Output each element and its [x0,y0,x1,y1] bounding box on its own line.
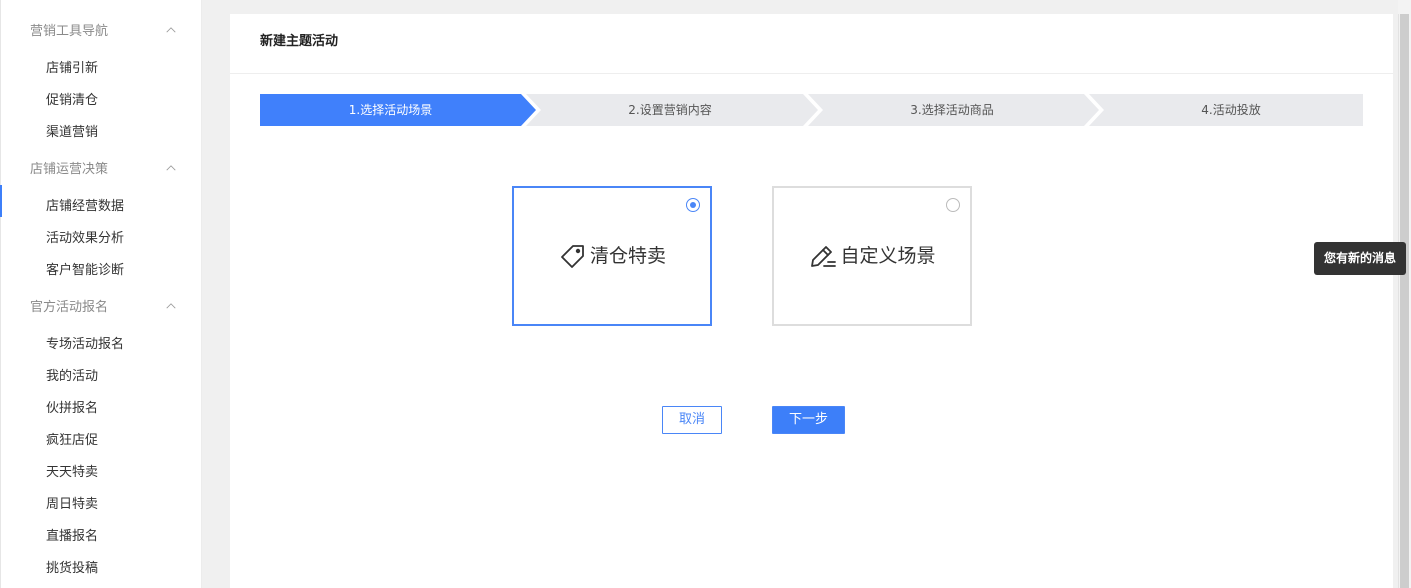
sidebar-item-sunday-deal[interactable]: 周日特卖 [46,495,98,515]
step-3-label: 3.选择活动商品 [910,103,994,117]
main-panel: 新建主题活动 1.选择活动场景 2.设置营销内容 3.选择活动商品 4.活动投放… [230,14,1393,588]
sidebar-item-store-data[interactable]: 店铺经营数据 [46,197,124,217]
sidebar-active-indicator [0,185,2,217]
scroll-track-edge [1398,14,1399,588]
sidebar-edge [0,0,1,588]
sidebar-group-store-ops[interactable]: 店铺运营决策 [30,159,190,181]
sidebar-group-label: 店铺运营决策 [30,162,109,177]
step-2-label: 2.设置营销内容 [628,103,712,117]
chevron-up-icon[interactable] [166,25,176,35]
sidebar-item-customer-diagnosis[interactable]: 客户智能诊断 [46,261,124,281]
scenario-card-custom[interactable]: 自定义场景 [772,186,972,326]
sidebar-group-label: 官方活动报名 [30,300,109,315]
step-4-label: 4.活动投放 [1201,103,1261,117]
scrollbar[interactable] [1400,14,1409,588]
scenario-card-clearance[interactable]: 清仓特卖 [512,186,712,326]
sidebar-item-livestream[interactable]: 直播报名 [46,527,98,547]
sidebar-item-clearance[interactable]: 促销清仓 [46,91,98,111]
edit-pen-icon [811,246,837,267]
step-progress: 1.选择活动场景 2.设置营销内容 3.选择活动商品 4.活动投放 [260,94,1363,126]
radio-unselected[interactable] [946,198,960,212]
sidebar-item-special-event[interactable]: 专场活动报名 [46,335,124,355]
sidebar-item-my-events[interactable]: 我的活动 [46,367,98,387]
sidebar-item-product-submit[interactable]: 挑货投稿 [46,559,98,579]
sidebar-item-channel-marketing[interactable]: 渠道营销 [46,123,98,143]
sidebar: 营销工具导航 店铺引新 促销清仓 渠道营销 店铺运营决策 店铺经营数据 活动效果… [0,0,202,588]
radio-selected[interactable] [686,198,700,212]
chevron-up-icon[interactable] [166,301,176,311]
cancel-button[interactable]: 取消 [662,406,722,434]
divider [230,73,1393,74]
page-title: 新建主题活动 [260,34,339,49]
scenario-label: 清仓特卖 [589,245,666,267]
sidebar-item-group-buy[interactable]: 伙拼报名 [46,399,98,419]
step-1-label: 1.选择活动场景 [348,103,433,117]
scenario-label: 自定义场景 [840,245,936,267]
sidebar-group-marketing-tools[interactable]: 营销工具导航 [30,21,190,43]
chevron-up-icon[interactable] [166,163,176,173]
next-step-button[interactable]: 下一步 [772,406,845,434]
sidebar-item-daily-deal[interactable]: 天天特卖 [46,463,98,483]
sidebar-group-label: 营销工具导航 [30,24,109,39]
sidebar-item-crazy-promo[interactable]: 疯狂店促 [46,431,98,451]
sidebar-item-store-new[interactable]: 店铺引新 [46,59,98,79]
sidebar-item-campaign-analysis[interactable]: 活动效果分析 [46,229,124,249]
price-tag-icon [561,245,584,268]
sidebar-group-official-events[interactable]: 官方活动报名 [30,297,190,319]
new-message-toast[interactable]: 您有新的消息 [1314,242,1406,275]
